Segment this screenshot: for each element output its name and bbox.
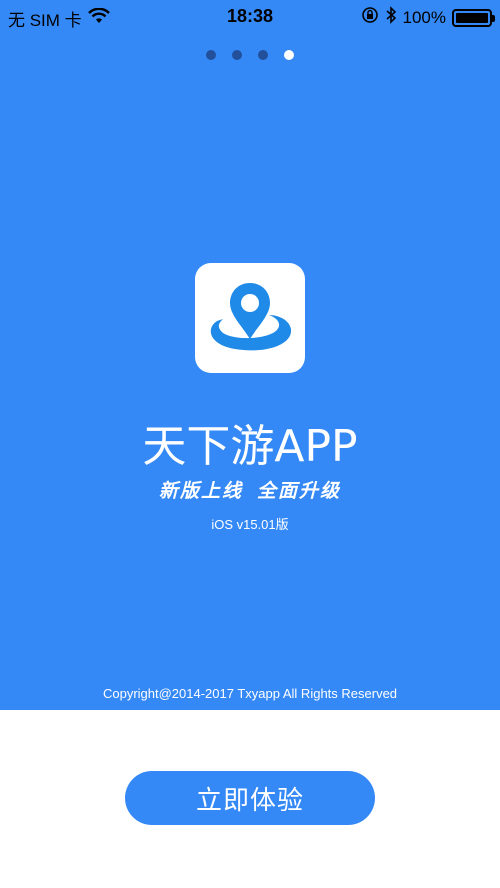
page-indicator [0, 50, 500, 60]
slogan-part-1: 新版上线 [158, 480, 243, 502]
version-label: iOS v15.01版 [211, 517, 289, 532]
copyright-text: Copyright@2014-2017 Txyapp All Rights Re… [102, 686, 398, 701]
battery-icon [452, 8, 495, 27]
battery-fill [456, 12, 488, 23]
page-dot[interactable] [232, 50, 242, 60]
slogan: 新版上线 全面升级 [0, 476, 500, 503]
orientation-lock-icon [361, 6, 379, 29]
status-bar: 无 SIM 卡 18:38 100% [0, 0, 500, 34]
try-now-button[interactable]: 立即体验 [125, 771, 375, 825]
page-dot[interactable] [206, 50, 216, 60]
splash-hero: 无 SIM 卡 18:38 100% 天下游APP 新版上线 全面升级 iOS … [0, 0, 500, 710]
page-dot[interactable] [284, 50, 294, 60]
page-dot[interactable] [258, 50, 268, 60]
battery-percent: 100% [402, 7, 446, 27]
status-right: 100% [361, 6, 495, 29]
location-pin-icon [210, 283, 292, 351]
slogan-part-2: 全面升级 [257, 480, 342, 502]
app-logo [195, 263, 305, 373]
app-title: 天下游APP [142, 421, 358, 472]
bluetooth-icon [385, 6, 397, 29]
